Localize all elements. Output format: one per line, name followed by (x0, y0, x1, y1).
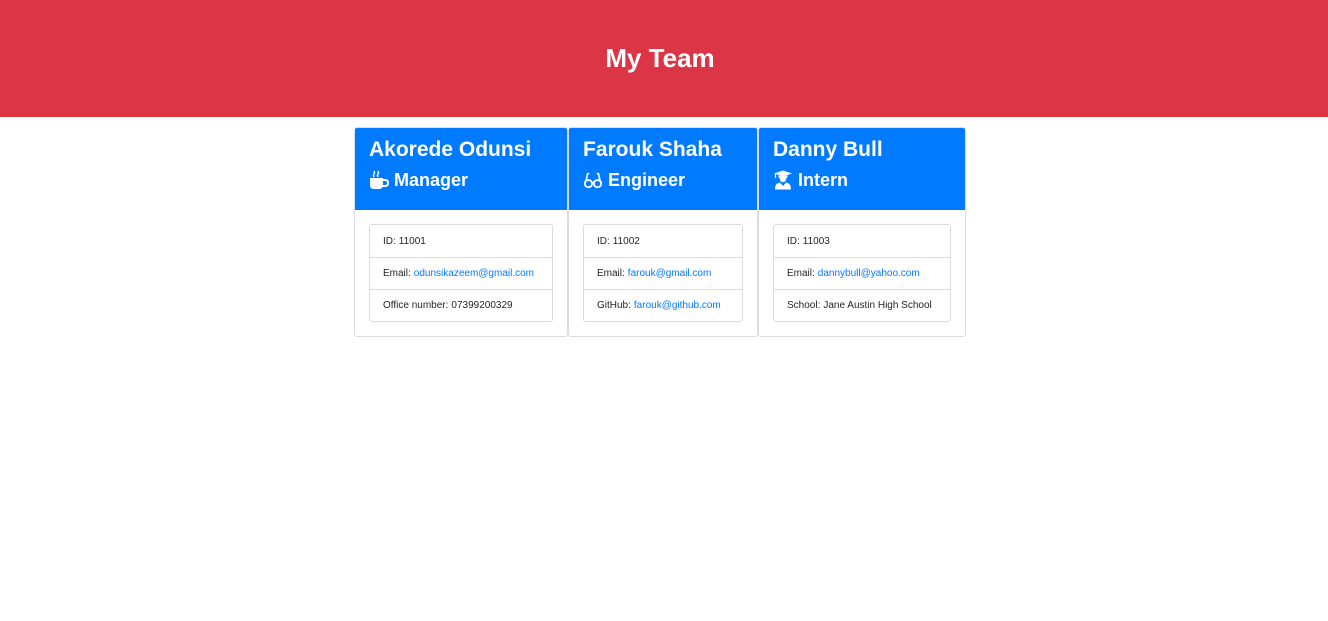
card-header: Farouk Shaha Engineer (569, 128, 757, 210)
list-item-github: GitHub: farouk@github.com (584, 289, 742, 321)
employee-role: Intern (773, 168, 951, 192)
employee-name: Akorede Odunsi (369, 138, 532, 161)
role-label: Manager (394, 170, 469, 190)
employee-role: Manager (369, 168, 553, 192)
email-link[interactable]: dannybull@yahoo.com (818, 268, 920, 279)
email-link[interactable]: odunsikazeem@gmail.com (414, 268, 534, 279)
list-item-id: ID: 11003 (787, 235, 830, 247)
list-item-office-number: Office number: 07399200329 (370, 289, 552, 321)
office-number: 07399200329 (451, 300, 513, 311)
graduate-icon (773, 170, 793, 190)
employee-name: Farouk Shaha (583, 138, 722, 161)
employee-id: 11003 (802, 235, 830, 247)
card-header: Akorede Odunsi Manager (355, 128, 567, 210)
page-title: My Team (605, 43, 715, 73)
list-item-id: ID: 11001 (383, 235, 426, 247)
school-name: Jane Austin High School (823, 300, 932, 311)
employee-id: 11002 (612, 235, 640, 247)
employee-details: ID: 11001 Email: odunsikazeem@gmail.com O… (369, 224, 553, 322)
employee-details: ID: 11002 Email: farouk@gmail.com GitHub:… (583, 224, 743, 322)
role-label: Engineer (608, 170, 686, 190)
github-link[interactable]: farouk@github.com (634, 300, 721, 311)
employee-name: Danny Bull (773, 138, 883, 161)
email-link[interactable]: farouk@gmail.com (628, 268, 712, 279)
mug-icon (369, 170, 389, 190)
employee-details: ID: 11003 Email: dannybull@yahoo.com Scho… (773, 224, 951, 322)
list-item-email: Email: odunsikazeem@gmail.com (370, 257, 552, 289)
page-banner: My Team (0, 0, 1328, 117)
list-item-id: ID: 11002 (597, 235, 640, 247)
glasses-icon (583, 170, 603, 190)
employee-card-intern: Danny Bull Intern ID: 11003 Email: dannyb… (758, 127, 966, 337)
employee-card-engineer: Farouk Shaha Engineer ID: 11002 Email: fa… (568, 127, 758, 337)
employee-card-manager: Akorede Odunsi Manager ID: 11001 Email: o… (354, 127, 568, 337)
list-item-school: School: Jane Austin High School (774, 289, 950, 321)
employee-id: 11001 (398, 235, 426, 247)
role-label: Intern (798, 170, 849, 190)
list-item-email: Email: farouk@gmail.com (584, 257, 742, 289)
list-item-email: Email: dannybull@yahoo.com (774, 257, 950, 289)
card-header: Danny Bull Intern (759, 128, 965, 210)
employee-role: Engineer (583, 168, 743, 192)
